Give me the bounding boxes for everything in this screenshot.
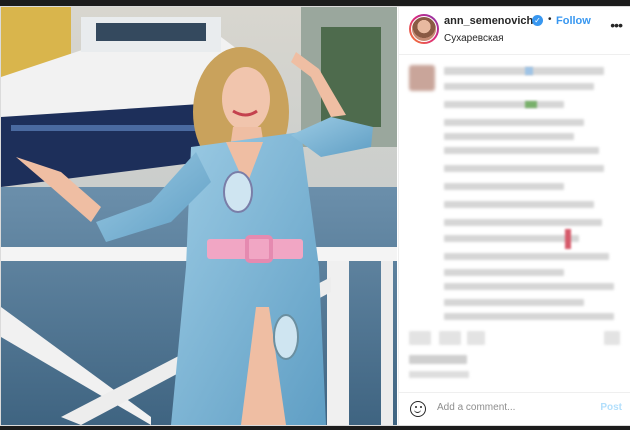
post-comment-button[interactable]: Post	[600, 402, 622, 413]
post-header: ann_semenovich ✓ • Follow Сухаревская ••…	[399, 7, 630, 55]
post-side-panel: ann_semenovich ✓ • Follow Сухаревская ••…	[398, 7, 630, 425]
follow-button[interactable]: Follow	[556, 15, 591, 27]
post-photo[interactable]	[1, 7, 397, 425]
more-options-icon[interactable]: •••	[610, 17, 623, 33]
emoji-icon[interactable]	[410, 401, 426, 417]
comment-bar: Post	[399, 392, 630, 426]
comment-input[interactable]	[437, 402, 587, 413]
instagram-post-modal: ann_semenovich ✓ • Follow Сухаревская ••…	[0, 6, 630, 426]
separator-dot: •	[548, 14, 552, 25]
username-link[interactable]: ann_semenovich	[444, 15, 533, 27]
verified-badge-icon: ✓	[532, 15, 543, 26]
avatar[interactable]	[409, 14, 439, 44]
location-link[interactable]: Сухаревская	[444, 33, 504, 44]
